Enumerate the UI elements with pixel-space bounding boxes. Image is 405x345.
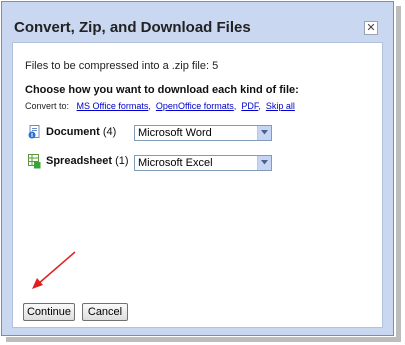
link-ms-office-formats[interactable]: MS Office formats — [77, 101, 149, 111]
document-format-value: Microsoft Word — [138, 127, 212, 139]
document-format-select[interactable]: Microsoft Word — [134, 125, 272, 141]
convert-to-row: Convert to: MS Office formats, OpenOffic… — [25, 101, 295, 111]
dialog-title: Convert, Zip, and Download Files — [14, 19, 251, 36]
spreadsheet-format-select[interactable]: Microsoft Excel — [134, 155, 272, 171]
spreadsheet-format-value: Microsoft Excel — [138, 157, 213, 169]
document-label: Document (4) — [46, 126, 116, 138]
document-type: Document — [46, 126, 100, 138]
window-shadow-bottom — [6, 337, 401, 342]
spreadsheet-count: (1) — [115, 155, 129, 167]
link-openoffice-formats[interactable]: OpenOffice formats — [156, 101, 234, 111]
link-skip-all[interactable]: Skip all — [266, 101, 295, 111]
chevron-down-icon[interactable] — [257, 126, 271, 140]
link-pdf[interactable]: PDF — [241, 101, 258, 111]
chevron-down-icon[interactable] — [257, 156, 271, 170]
document-icon — [28, 125, 40, 139]
window-shadow-right — [396, 6, 401, 342]
document-count: (4) — [102, 126, 117, 138]
spreadsheet-type: Spreadsheet — [46, 155, 113, 167]
files-count-text: Files to be compressed into a .zip file:… — [25, 60, 219, 72]
continue-button[interactable]: Continue — [23, 303, 75, 321]
spreadsheet-icon — [28, 154, 41, 169]
spreadsheet-label: Spreadsheet (1) — [46, 155, 129, 167]
download-heading: Choose how you want to download each kin… — [25, 84, 299, 96]
annotation-arrow-icon — [32, 251, 76, 289]
convert-to-label: Convert to: — [25, 101, 70, 111]
cancel-button[interactable]: Cancel — [82, 303, 128, 321]
close-icon[interactable]: ✕ — [364, 21, 378, 35]
